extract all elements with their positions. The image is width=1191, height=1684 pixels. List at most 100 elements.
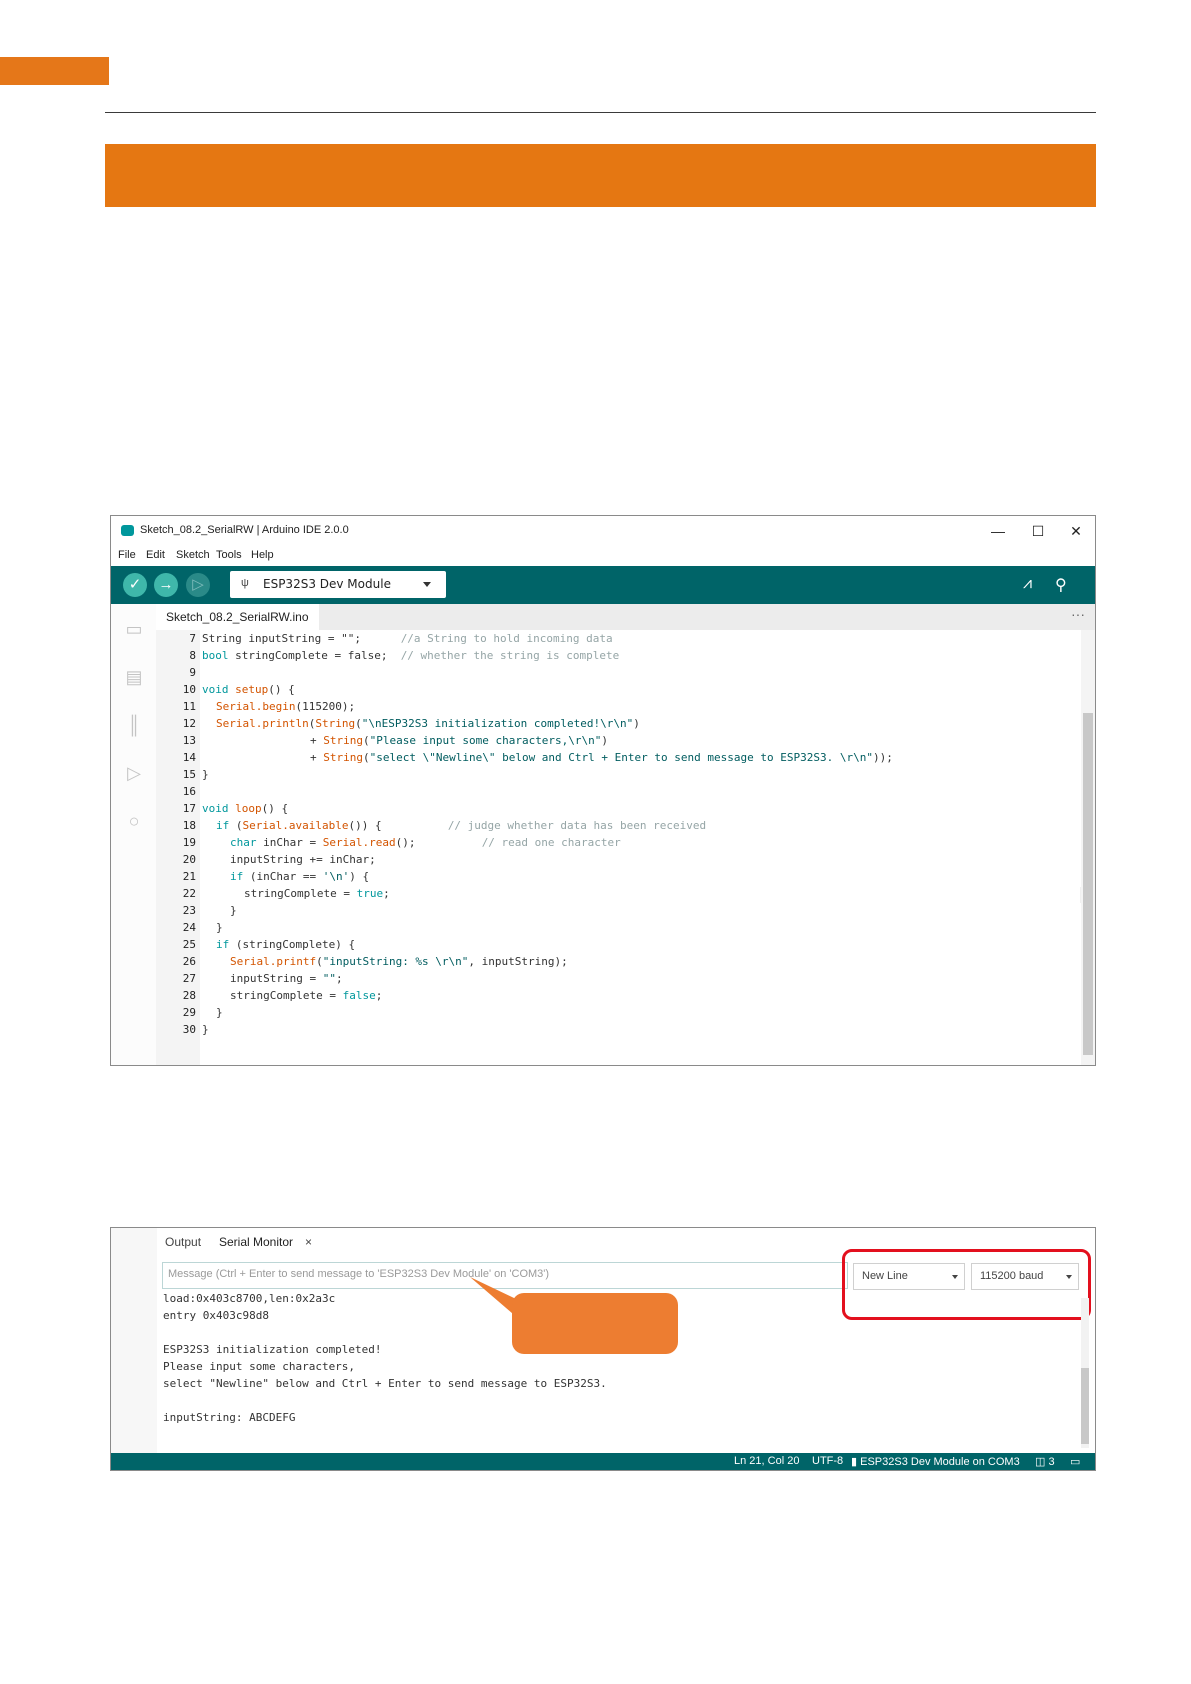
line-number: 12	[182, 717, 196, 730]
menu-tools[interactable]: Tools	[216, 549, 242, 561]
code-token: }	[230, 904, 237, 917]
code-function: String	[315, 717, 356, 730]
plotter-icon[interactable]: ⩘	[1023, 575, 1032, 593]
code-comment: // whether the string is complete	[400, 649, 620, 662]
message-placeholder: Message (Ctrl + Enter to send message to…	[168, 1268, 550, 1280]
board-port[interactable]: ▮ ESP32S3 Dev Module on COM3	[851, 1455, 1020, 1468]
code-line: inputString = "";	[230, 970, 343, 988]
search-icon[interactable]: ○	[123, 810, 145, 832]
callout-box	[512, 1293, 678, 1354]
code-token: (inChar ==	[243, 870, 323, 883]
output-line: select "Newline" below and Ctrl + Enter …	[163, 1377, 607, 1390]
line-number: 21	[182, 870, 196, 883]
code-function: String	[323, 734, 363, 747]
code-token: inputString =	[230, 972, 323, 985]
verify-button[interactable]: ✓	[123, 573, 147, 597]
code-line: }	[216, 919, 223, 937]
code-token: stringComplete = false;	[228, 649, 401, 662]
code-line: if (Serial.available()) { // judge wheth…	[216, 817, 706, 835]
window-title: Sketch_08.2_SerialRW | Arduino IDE 2.0.0	[140, 524, 349, 536]
monitor-scroll-thumb[interactable]	[1081, 1368, 1089, 1444]
code-editor[interactable]: String inputString = ""; //a String to h…	[200, 630, 1080, 1065]
code-token: }	[202, 768, 209, 781]
code-line: Serial.begin(115200);	[216, 698, 355, 716]
code-line: if (stringComplete) {	[216, 936, 355, 954]
cursor-position[interactable]: Ln 21, Col 20	[734, 1455, 799, 1467]
side-panel	[111, 1228, 157, 1453]
close-icon[interactable]: ×	[305, 1235, 312, 1249]
code-token: ));	[872, 751, 893, 764]
file-tab[interactable]: Sketch_08.2_SerialRW.ino	[156, 604, 319, 630]
output-line: load:0x403c8700,len:0x2a3c	[163, 1292, 336, 1305]
minimize-button[interactable]: —	[983, 519, 1013, 543]
line-number: 20	[182, 853, 196, 866]
line-number: 9	[189, 666, 196, 679]
code-comment: //a String to hold incoming data	[400, 632, 613, 645]
encoding[interactable]: UTF-8	[812, 1455, 843, 1467]
code-token: }	[216, 921, 223, 934]
code-function: Serial.available	[242, 819, 349, 832]
code-string: ""	[322, 972, 336, 985]
toolbar: ✓ → ▷ ψ ESP32S3 Dev Module ⩘ ⚲	[111, 566, 1095, 604]
corner-tab	[0, 57, 109, 85]
code-token: +	[310, 734, 324, 747]
code-line: Serial.printf("inputString: %s \r\n", in…	[230, 953, 568, 971]
line-number: 26	[182, 955, 196, 968]
line-number: 10	[182, 683, 196, 696]
code-function: Serial.begin	[216, 700, 296, 713]
code-keyword: char	[230, 836, 257, 849]
board-manager-icon[interactable]: ▤	[123, 666, 145, 688]
line-number: 14	[182, 751, 196, 764]
code-function: setup	[235, 683, 269, 696]
code-function: String	[323, 751, 363, 764]
library-icon[interactable]: ║	[123, 714, 145, 736]
debug-icon[interactable]: ▷	[123, 762, 145, 784]
header-rule	[105, 112, 1096, 113]
menu-help[interactable]: Help	[251, 549, 274, 561]
tab-serial-monitor[interactable]: Serial Monitor	[219, 1235, 293, 1249]
code-line: if (inChar == '\n') {	[230, 868, 369, 886]
code-token: (	[229, 819, 243, 832]
tab-output[interactable]: Output	[165, 1235, 201, 1249]
debug-icon: ▷	[192, 576, 204, 593]
output-line: ESP32S3 initialization completed!	[163, 1343, 382, 1356]
tab-bar: Sketch_08.2_SerialRW.ino ···	[156, 604, 1095, 630]
code-token: String inputString = "";	[202, 632, 401, 645]
menu-edit[interactable]: Edit	[146, 549, 165, 561]
notification-count: 3	[1048, 1456, 1055, 1468]
menu-sketch[interactable]: Sketch	[176, 549, 210, 561]
code-token: }	[216, 1006, 223, 1019]
editor-scroll-thumb[interactable]	[1083, 713, 1093, 1055]
section-bar	[105, 144, 1096, 207]
line-number: 15	[182, 768, 196, 781]
code-function: Serial.printf	[230, 955, 317, 968]
maximize-button[interactable]: ☐	[1023, 519, 1053, 543]
more-icon[interactable]: ···	[1071, 606, 1085, 622]
panel-toggle-icon[interactable]: ▭	[1070, 1455, 1080, 1468]
upload-button[interactable]: →	[154, 573, 178, 597]
monitor-icon[interactable]: ⚲	[1055, 575, 1067, 595]
notifications[interactable]: ◫ 3	[1035, 1455, 1055, 1468]
line-number: 23	[182, 904, 196, 917]
folder-icon[interactable]: ▭	[123, 618, 145, 640]
debug-button[interactable]: ▷	[186, 573, 210, 597]
output-line: entry 0x403c98d8	[163, 1309, 269, 1322]
close-button[interactable]: ✕	[1061, 519, 1091, 543]
code-keyword: bool	[202, 649, 229, 662]
status-bar: Ln 21, Col 20 UTF-8 ▮ ESP32S3 Dev Module…	[111, 1453, 1095, 1470]
code-token: (115200);	[295, 700, 356, 713]
usb-icon: ψ	[241, 577, 249, 589]
code-line: Serial.println(String("\nESP32S3 initial…	[216, 715, 640, 733]
code-token: )	[601, 734, 609, 747]
code-keyword: if	[216, 819, 230, 832]
board-selector[interactable]: ψ ESP32S3 Dev Module	[230, 571, 446, 598]
code-token: (	[363, 734, 370, 747]
code-token: , inputString);	[468, 955, 568, 968]
code-token: () {	[261, 802, 289, 815]
code-token: ;	[383, 887, 390, 900]
code-token: ();	[395, 836, 482, 849]
code-keyword: if	[216, 938, 230, 951]
message-input[interactable]: Message (Ctrl + Enter to send message to…	[162, 1262, 848, 1289]
menu-file[interactable]: File	[118, 549, 136, 561]
line-number: 27	[182, 972, 196, 985]
